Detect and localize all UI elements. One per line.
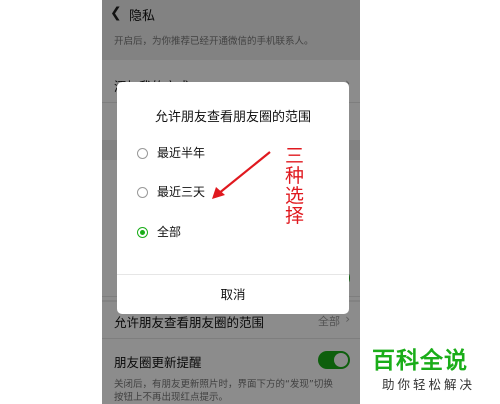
watermark-logo: 百科全说 助你轻松解决 (372, 341, 490, 395)
radio-icon[interactable] (137, 148, 148, 159)
annotation-arrow-icon (212, 151, 271, 199)
radio-icon[interactable] (137, 187, 148, 198)
left-margin (0, 0, 102, 404)
option-label: 最近三天 (157, 185, 206, 199)
option-all[interactable]: 全部 (137, 223, 287, 247)
watermark-sub: 助你轻松解决 (382, 377, 476, 392)
radio-selected-icon[interactable] (137, 227, 148, 238)
annotation-char: 三 (285, 145, 305, 167)
dialog-divider (117, 274, 349, 275)
cancel-button[interactable]: 取消 (117, 282, 349, 308)
annotation-char: 择 (285, 205, 305, 227)
annotation-text: 三 种 选 择 (285, 146, 307, 226)
dialog-title: 允许朋友查看朋友圈的范围 (154, 110, 311, 125)
annotation-char: 种 (285, 165, 305, 187)
watermark-main: 百科全说 (372, 348, 468, 374)
option-label: 最近半年 (157, 146, 206, 160)
annotation-char: 选 (285, 185, 305, 207)
option-label: 全部 (157, 225, 182, 239)
